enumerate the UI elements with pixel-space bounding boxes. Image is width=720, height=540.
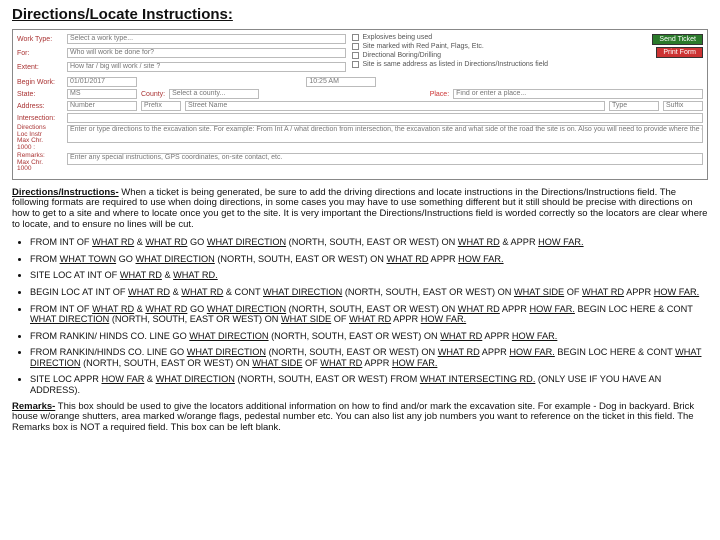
addr-suffix[interactable]: Suffix bbox=[663, 101, 703, 111]
list-item: FROM RANKIN/ HINDS CO. LINE GO WHAT DIRE… bbox=[30, 331, 708, 342]
lbl-remarks-field: Remarks:Max Chr.1000 bbox=[17, 153, 63, 173]
work-type-select[interactable]: Select a work type... bbox=[67, 34, 346, 44]
remarks-textarea[interactable]: Enter any special instructions, GPS coor… bbox=[67, 153, 703, 165]
addr-prefix[interactable]: Prefix bbox=[141, 101, 181, 111]
lbl-place: Place: bbox=[430, 91, 449, 98]
list-item: FROM WHAT TOWN GO WHAT DIRECTION (NORTH,… bbox=[30, 254, 708, 265]
extent-input[interactable]: How far / big will work / site ? bbox=[67, 62, 346, 72]
remarks-paragraph: Remarks- This box should be used to give… bbox=[12, 402, 708, 435]
checkbox-explosives[interactable] bbox=[352, 34, 359, 41]
format-list: FROM INT OF WHAT RD & WHAT RD GO WHAT DI… bbox=[12, 237, 708, 395]
place-input[interactable]: Find or enter a place... bbox=[453, 89, 703, 99]
begin-work-time[interactable]: 10:25 AM bbox=[306, 77, 376, 87]
lbl-address: Address: bbox=[17, 103, 63, 110]
list-item: FROM INT OF WHAT RD & WHAT RD GO WHAT DI… bbox=[30, 237, 708, 248]
addr-number[interactable]: Number bbox=[67, 101, 137, 111]
checkbox-marked[interactable] bbox=[352, 43, 359, 50]
list-item: FROM RANKIN/HINDS CO. LINE GO WHAT DIREC… bbox=[30, 347, 708, 368]
lbl-begin-work: Begin Work: bbox=[17, 79, 63, 86]
print-form-button[interactable]: Print Form bbox=[656, 47, 703, 58]
directions-textarea[interactable]: Enter or type directions to the excavati… bbox=[67, 125, 703, 143]
list-item: BEGIN LOC AT INT OF WHAT RD & WHAT RD & … bbox=[30, 287, 708, 298]
addr-street[interactable]: Street Name bbox=[185, 101, 605, 111]
list-item: FROM INT OF WHAT RD & WHAT RD GO WHAT DI… bbox=[30, 304, 708, 325]
intersection-input[interactable] bbox=[67, 113, 703, 123]
for-input[interactable]: Who will work be done for? bbox=[67, 48, 346, 58]
county-select[interactable]: Select a county... bbox=[169, 89, 259, 99]
list-item: SITE LOC APPR HOW FAR & WHAT DIRECTION (… bbox=[30, 374, 708, 395]
lbl-marked: Site marked with Red Paint, Flags, Etc. bbox=[362, 43, 483, 50]
lbl-directions: DirectionsLoc InstrMax Chr.1000 : bbox=[17, 125, 63, 151]
lbl-intersection: Intersection: bbox=[17, 115, 63, 122]
ticket-form: Work Type: Select a work type... For: Who … bbox=[12, 29, 708, 180]
lbl-work-type: Work Type: bbox=[17, 36, 63, 43]
lbl-state: State: bbox=[17, 91, 63, 98]
checkbox-same-addr[interactable] bbox=[352, 61, 359, 68]
lbl-for: For: bbox=[17, 50, 63, 57]
lbl-county: County: bbox=[141, 91, 165, 98]
page-title: Directions/Locate Instructions: bbox=[12, 6, 708, 23]
lbl-extent: Extent: bbox=[17, 64, 63, 71]
addr-type[interactable]: Type bbox=[609, 101, 659, 111]
send-ticket-button[interactable]: Send Ticket bbox=[652, 34, 703, 45]
checkbox-boring[interactable] bbox=[352, 52, 359, 59]
list-item: SITE LOC AT INT OF WHAT RD & WHAT RD. bbox=[30, 270, 708, 281]
lbl-explosives: Explosives being used bbox=[362, 34, 432, 41]
lbl-same-addr: Site is same address as listed in Direct… bbox=[362, 61, 548, 68]
lbl-boring: Directional Boring/Drilling bbox=[362, 52, 441, 59]
intro-paragraph: Directions/Instructions- When a ticket i… bbox=[12, 188, 708, 232]
state-select[interactable]: MS bbox=[67, 89, 137, 99]
begin-work-date[interactable]: 01/01/2017 bbox=[67, 77, 137, 87]
